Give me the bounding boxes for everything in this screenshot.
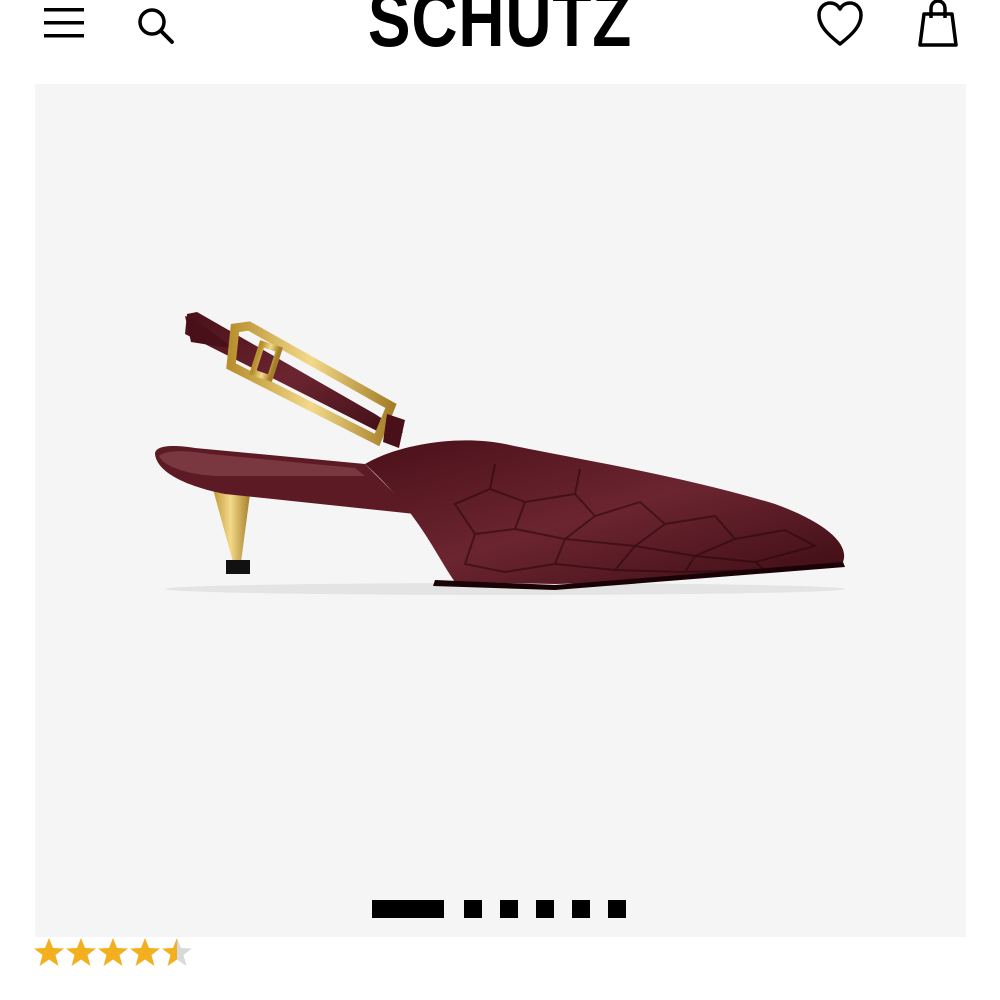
gallery-dot[interactable] <box>572 900 590 918</box>
gallery-dot[interactable] <box>536 900 554 918</box>
star-icon <box>66 938 96 966</box>
star-icon <box>162 938 192 966</box>
rating-stars <box>34 938 192 966</box>
star-icon <box>130 938 160 966</box>
star-icon <box>98 938 128 966</box>
gallery-dot[interactable] <box>608 900 626 918</box>
site-header: SCHUTZ <box>0 0 1000 84</box>
product-rating[interactable] <box>34 936 204 968</box>
gallery-dot[interactable] <box>464 900 482 918</box>
shopping-bag-icon <box>918 0 958 47</box>
product-image-gallery[interactable] <box>35 84 966 937</box>
gallery-dot[interactable] <box>500 900 518 918</box>
hamburger-menu-icon <box>44 8 84 38</box>
wishlist-button[interactable] <box>814 0 866 50</box>
shopping-bag-button[interactable] <box>912 0 964 50</box>
brand-logo[interactable]: SCHUTZ <box>90 0 910 60</box>
heart-icon <box>817 1 863 46</box>
menu-button[interactable] <box>42 4 86 42</box>
gallery-pagination <box>35 900 966 920</box>
star-icon <box>34 938 64 966</box>
gallery-dot-active[interactable] <box>372 900 444 918</box>
product-image <box>155 312 845 595</box>
